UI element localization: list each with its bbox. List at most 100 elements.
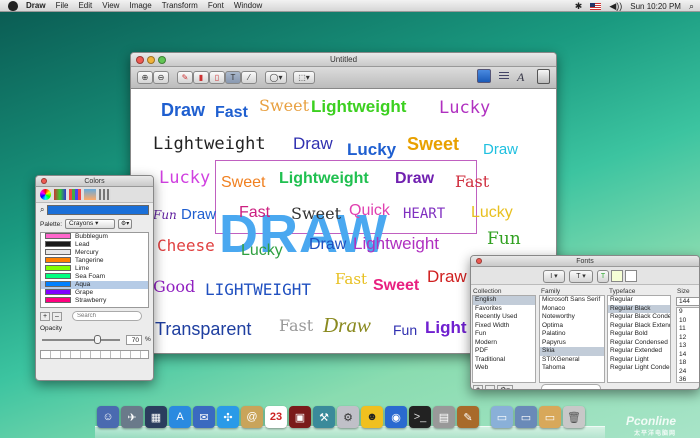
size-item[interactable]: 18 xyxy=(677,359,699,368)
network-icon[interactable]: ◉ xyxy=(385,406,407,428)
input-flag-icon[interactable] xyxy=(590,2,602,10)
canvas-word[interactable]: Sweet xyxy=(291,206,341,222)
mail-icon[interactable]: ✉ xyxy=(193,406,215,428)
image-palettes-icon[interactable] xyxy=(84,189,96,200)
canvas-word[interactable]: Sweet xyxy=(259,98,309,114)
launchpad-icon[interactable]: ✈ xyxy=(121,406,143,428)
canvas-word[interactable]: Fun xyxy=(153,209,177,221)
color-list-item[interactable]: Grape xyxy=(41,289,148,297)
opacity-field[interactable]: 70 xyxy=(126,335,142,345)
collection-item[interactable]: PDF xyxy=(473,347,535,356)
canvas-word[interactable]: Draw xyxy=(181,207,216,222)
app-store-icon[interactable]: A xyxy=(169,406,191,428)
canvas-word[interactable]: Lightweight xyxy=(279,171,369,187)
canvas-word[interactable]: Fast xyxy=(239,205,270,221)
swatch-strip[interactable] xyxy=(40,350,149,359)
remove-collection-button[interactable]: – xyxy=(485,385,495,389)
family-item[interactable]: Microsoft Sans Serif xyxy=(540,296,604,305)
calendar-icon[interactable]: 23 xyxy=(265,406,287,428)
shadow-icon[interactable] xyxy=(625,270,637,282)
crayons-icon[interactable] xyxy=(99,189,111,200)
contacts-icon[interactable]: @ xyxy=(241,406,263,428)
family-item[interactable]: Optima xyxy=(540,322,604,331)
documents-folder-icon[interactable]: ▭ xyxy=(515,406,537,428)
strikethrough-menu-icon[interactable]: T ▾ xyxy=(569,270,593,283)
canvas-word[interactable]: Lucky xyxy=(241,243,283,259)
add-collection-button[interactable]: + xyxy=(473,385,483,389)
canvas-word[interactable]: Transparent xyxy=(155,320,251,338)
menu-transform[interactable]: Transform xyxy=(162,1,198,10)
color-well-icon[interactable] xyxy=(477,69,491,83)
canvas-word[interactable]: Draw xyxy=(483,142,518,157)
canvas-word[interactable]: Cheese xyxy=(157,238,215,254)
canvas-word[interactable]: Fast xyxy=(279,318,313,334)
typeface-list[interactable]: Regular Regular Black Regular Black Conde R… xyxy=(607,295,671,383)
magnifier-icon[interactable]: ⌕ xyxy=(40,205,44,215)
canvas-word[interactable]: Draw xyxy=(161,101,205,119)
family-item[interactable]: Tahoma xyxy=(540,364,604,373)
canvas-word[interactable]: HEART xyxy=(403,207,445,221)
size-item[interactable]: 14 xyxy=(677,351,699,360)
collection-item[interactable]: English xyxy=(473,296,535,305)
mission-control-icon[interactable]: ▦ xyxy=(145,406,167,428)
color-list-item[interactable]: Strawberry xyxy=(41,297,148,305)
calculator-icon[interactable]: ▤ xyxy=(433,406,455,428)
canvas-word[interactable]: Lightweight xyxy=(311,98,406,115)
bluetooth-icon[interactable]: ✱ xyxy=(575,1,583,12)
color-list[interactable]: Bubblegum Lead Mercury Tangerine Lime Sea Foa… xyxy=(40,232,149,308)
family-item[interactable]: Noteworthy xyxy=(540,313,604,322)
typeface-item[interactable]: Regular Light xyxy=(608,356,670,365)
canvas-word[interactable]: Sweet xyxy=(407,135,459,153)
zoom-in-icon[interactable]: ⊕ xyxy=(137,71,153,84)
color-list-item[interactable]: Sea Foam xyxy=(41,273,148,281)
selection-menu-icon[interactable]: ⬚▾ xyxy=(293,71,315,84)
zoom-out-icon[interactable]: ⊖ xyxy=(153,71,169,84)
size-list[interactable]: 9101112131418243648647296144 xyxy=(676,307,699,383)
size-item[interactable]: 24 xyxy=(677,368,699,377)
family-item[interactable]: STIXGeneral xyxy=(540,356,604,365)
document-color-icon[interactable] xyxy=(611,270,623,282)
collection-item[interactable]: Modern xyxy=(473,339,535,348)
text-color-icon[interactable]: T xyxy=(597,270,609,283)
text-tool-icon[interactable]: T xyxy=(225,71,241,84)
minimize-button[interactable] xyxy=(147,56,155,64)
menu-window[interactable]: Window xyxy=(234,1,262,10)
size-item[interactable]: 9 xyxy=(677,308,699,317)
shape-menu-icon[interactable]: ◯▾ xyxy=(265,71,287,84)
color-list-item[interactable]: Lead xyxy=(41,241,148,249)
collection-item[interactable]: Fixed Width xyxy=(473,322,535,331)
color-wheel-icon[interactable] xyxy=(40,189,51,200)
canvas-word[interactable]: Lucky xyxy=(347,141,396,158)
canvas-word[interactable]: Draw xyxy=(293,135,333,152)
list-icon[interactable] xyxy=(499,72,509,81)
trash-icon[interactable]: 🗑 xyxy=(563,406,585,428)
underline-menu-icon[interactable]: I ▾ xyxy=(543,270,565,283)
color-list-item[interactable]: Bubblegum xyxy=(41,233,148,241)
menubar-clock[interactable]: Sun 10:20 PM xyxy=(630,2,681,11)
add-color-button[interactable]: + xyxy=(40,311,50,321)
spotlight-icon[interactable]: ⌕ xyxy=(689,1,694,12)
volume-icon[interactable]: ◀)) xyxy=(609,1,622,12)
color-list-item[interactable]: Aqua xyxy=(41,281,148,289)
canvas-word[interactable]: Fun xyxy=(487,231,521,248)
canvas-word[interactable]: Draw xyxy=(323,315,371,336)
canvas-word[interactable]: Fast xyxy=(215,105,248,121)
finder-icon[interactable]: ☺ xyxy=(97,406,119,428)
typeface-item[interactable]: Regular Black Conde xyxy=(608,313,670,322)
downloads-folder-icon[interactable]: ▭ xyxy=(539,406,561,428)
color-list-item[interactable]: Lime xyxy=(41,265,148,273)
color-list-item[interactable]: Mercury xyxy=(41,249,148,257)
typeface-item[interactable]: Regular Black xyxy=(608,304,670,313)
draw-app-icon[interactable]: ✎ xyxy=(457,406,479,428)
typeface-item[interactable]: Regular Black Extend xyxy=(608,322,670,331)
canvas-word[interactable]: Sweet xyxy=(221,175,265,191)
family-list[interactable]: Microsoft Sans Serif Monaco Noteworthy Opti… xyxy=(539,295,605,383)
collection-item[interactable]: Favorites xyxy=(473,305,535,314)
menu-app-name[interactable]: Draw xyxy=(26,1,46,10)
canvas-word[interactable]: Good xyxy=(153,279,195,295)
canvas-word[interactable]: Lucky xyxy=(159,170,210,187)
family-item[interactable]: Skia xyxy=(540,347,604,356)
size-field[interactable]: 144 xyxy=(676,297,699,306)
color-palettes-icon[interactable] xyxy=(69,189,81,200)
canvas-word[interactable]: Lightweight xyxy=(353,235,439,252)
